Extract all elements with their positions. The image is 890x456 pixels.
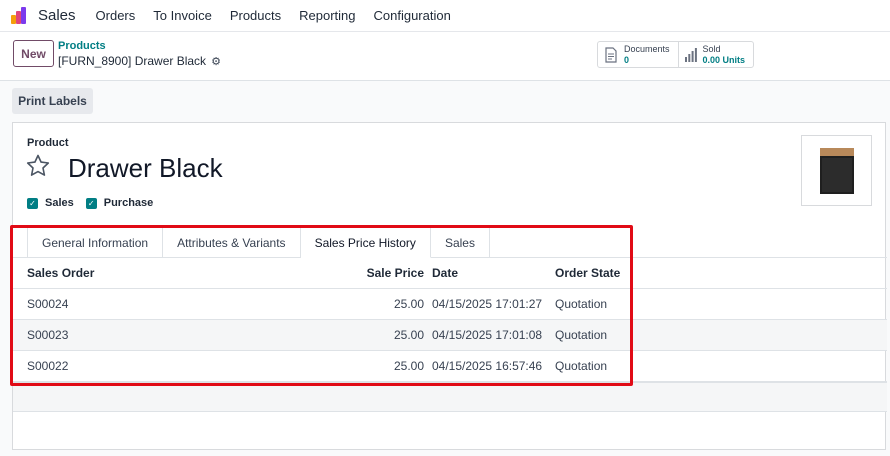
documents-label: Documents bbox=[624, 43, 670, 54]
product-label: Product bbox=[27, 137, 69, 149]
app-name[interactable]: Sales bbox=[38, 7, 76, 24]
menu-configuration[interactable]: Configuration bbox=[374, 8, 451, 23]
notebook-tabs: General Information Attributes & Variant… bbox=[27, 227, 490, 258]
sold-button[interactable]: Sold 0.00 Units bbox=[677, 42, 754, 67]
drawer-image bbox=[819, 147, 854, 194]
favorite-star-icon[interactable] bbox=[25, 153, 51, 179]
cell-date: 04/15/2025 17:01:08 bbox=[432, 328, 543, 342]
sold-label: Sold bbox=[702, 43, 721, 54]
cell-sale-price: 25.00 bbox=[393, 297, 424, 311]
cell-order-state: Quotation bbox=[555, 297, 608, 311]
cell-sales-order: S00023 bbox=[27, 328, 69, 342]
cell-sales-order: S00024 bbox=[27, 297, 69, 311]
tab-attributes-variants[interactable]: Attributes & Variants bbox=[163, 227, 301, 258]
record-title-text: [FURN_8900] Drawer Black bbox=[58, 54, 207, 68]
table-row[interactable]: S00022 25.00 04/15/2025 16:57:46 Quotati… bbox=[13, 351, 887, 382]
cell-sales-order: S00022 bbox=[27, 359, 69, 373]
menu-products[interactable]: Products bbox=[230, 8, 281, 23]
form-sheet: Product Drawer Black ✓ Sales ✓ Purchase … bbox=[12, 122, 887, 450]
column-sales-order[interactable]: Sales Order bbox=[27, 258, 94, 288]
purchase-checkbox-label: Purchase bbox=[103, 197, 154, 209]
sales-checkbox-label: Sales bbox=[45, 197, 74, 209]
table-row[interactable]: S00024 25.00 04/15/2025 17:01:27 Quotati… bbox=[13, 289, 887, 320]
breadcrumb-products[interactable]: Products bbox=[58, 40, 106, 52]
table-header: Sales Order Sale Price Date Order State bbox=[13, 258, 887, 289]
cell-sale-price: 25.00 bbox=[393, 359, 424, 373]
cell-sale-price: 25.00 bbox=[393, 328, 424, 342]
table-footer bbox=[13, 382, 887, 412]
document-icon bbox=[605, 46, 617, 63]
tab-sales-price-history[interactable]: Sales Price History bbox=[300, 227, 431, 258]
product-name[interactable]: Drawer Black bbox=[68, 153, 223, 184]
control-panel: New Products [FURN_8900] Drawer Black ⚙ … bbox=[0, 32, 890, 81]
tab-sales[interactable]: Sales bbox=[430, 227, 490, 258]
sales-app-icon[interactable] bbox=[11, 6, 31, 26]
bar-chart-icon bbox=[684, 47, 697, 62]
cell-date: 04/15/2025 17:01:27 bbox=[432, 297, 543, 311]
menu-to-invoice[interactable]: To Invoice bbox=[153, 8, 212, 23]
sales-checkbox[interactable]: ✓ bbox=[27, 197, 38, 209]
product-flags: ✓ Sales ✓ Purchase bbox=[27, 197, 165, 209]
new-button[interactable]: New bbox=[13, 40, 54, 67]
column-order-state[interactable]: Order State bbox=[555, 258, 620, 288]
purchase-checkbox[interactable]: ✓ bbox=[85, 197, 97, 209]
cell-order-state: Quotation bbox=[555, 328, 608, 342]
sold-value: 0.00 Units bbox=[702, 54, 746, 65]
gear-icon[interactable]: ⚙ bbox=[211, 55, 221, 68]
cell-order-state: Quotation bbox=[555, 359, 608, 373]
menu-orders[interactable]: Orders bbox=[96, 8, 136, 23]
top-navbar: Sales Orders To Invoice Products Reporti… bbox=[0, 0, 890, 32]
product-image[interactable] bbox=[801, 135, 872, 206]
documents-button[interactable]: Documents 0 bbox=[598, 42, 678, 67]
column-date[interactable]: Date bbox=[432, 258, 458, 288]
tab-general-information[interactable]: General Information bbox=[27, 227, 164, 258]
menu-reporting[interactable]: Reporting bbox=[299, 8, 355, 23]
record-title: [FURN_8900] Drawer Black ⚙ bbox=[58, 54, 221, 68]
print-labels-button[interactable]: Print Labels bbox=[12, 88, 93, 114]
column-sale-price[interactable]: Sale Price bbox=[367, 258, 424, 288]
smart-buttons: Documents 0 Sold 0.00 Units bbox=[597, 41, 755, 68]
cell-date: 04/15/2025 16:57:46 bbox=[432, 359, 543, 373]
sales-price-history-table: Sales Order Sale Price Date Order State … bbox=[13, 258, 887, 412]
table-row[interactable]: S00023 25.00 04/15/2025 17:01:08 Quotati… bbox=[13, 320, 887, 351]
documents-count: 0 bbox=[624, 54, 630, 65]
